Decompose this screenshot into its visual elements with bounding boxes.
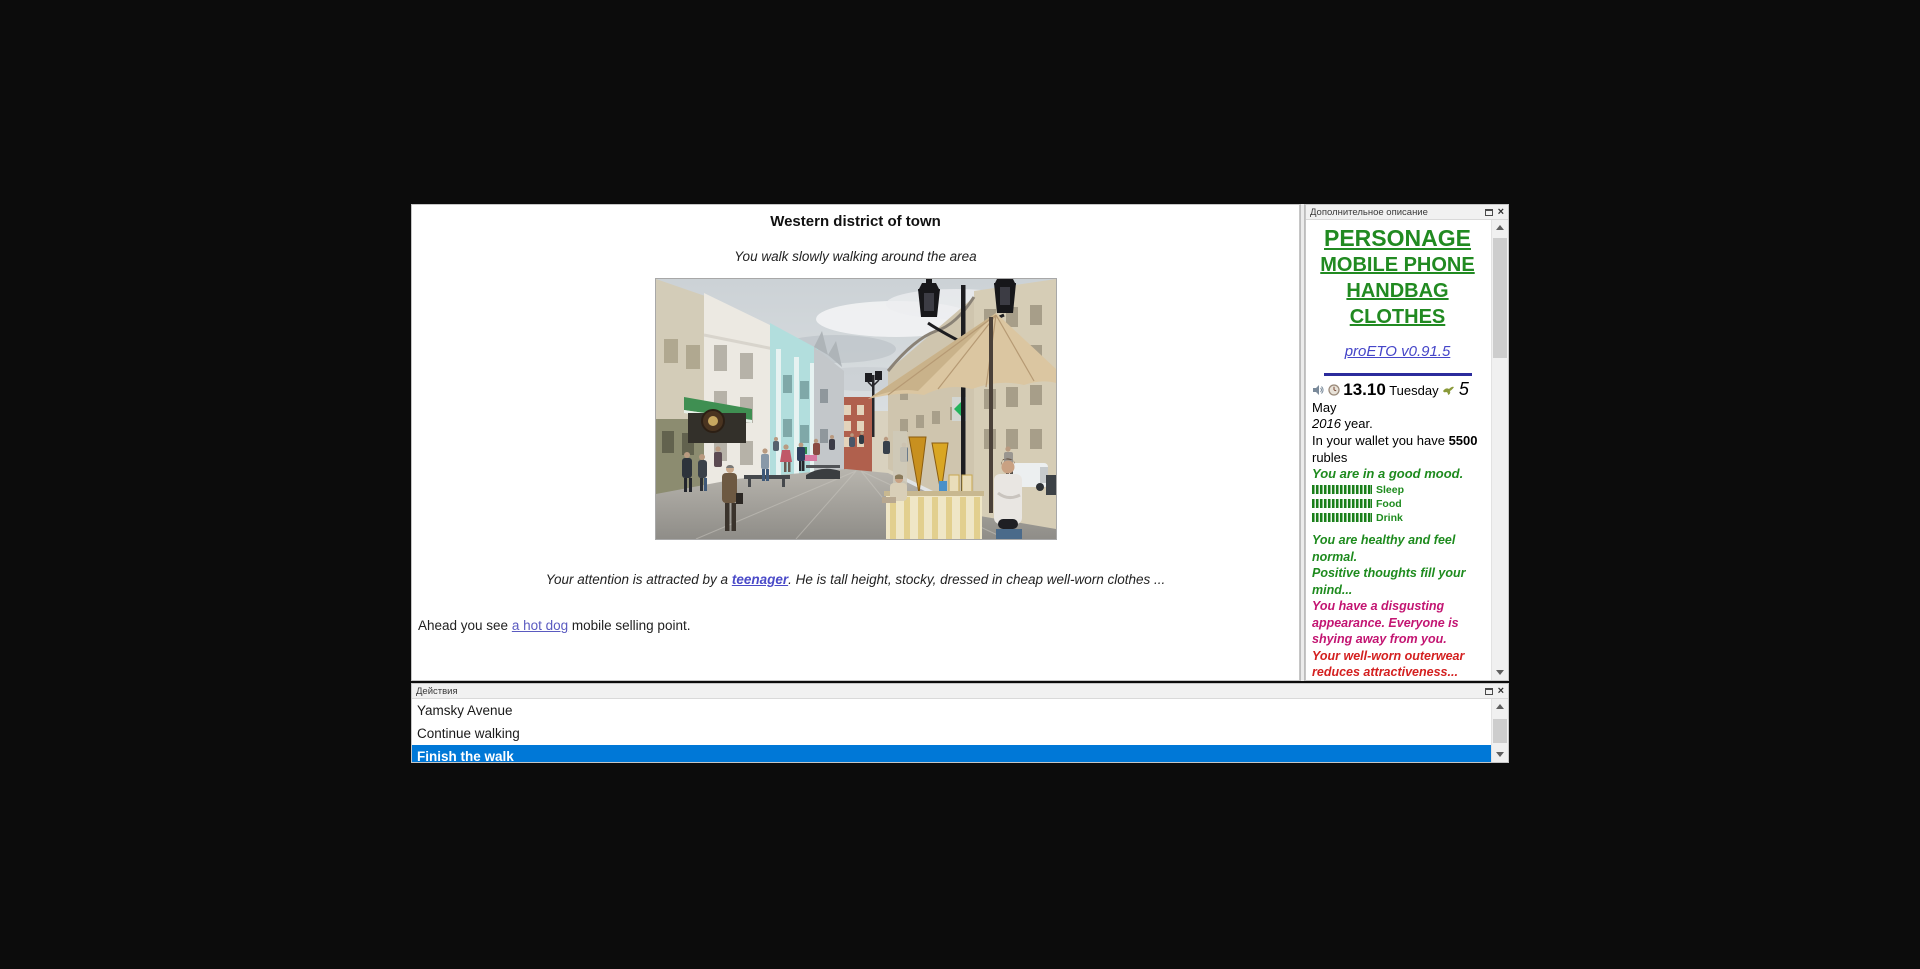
mood-line: You are in a good mood.: [1312, 466, 1483, 482]
sleep-bar-label: Sleep: [1376, 484, 1404, 496]
teenager-link[interactable]: teenager: [732, 572, 788, 587]
weekday: Tuesday: [1389, 383, 1438, 398]
location-subtitle: You walk slowly walking around the area: [412, 249, 1299, 264]
scroll-down-icon[interactable]: [1492, 665, 1508, 680]
game-window: Western district of town You walk slowly…: [411, 204, 1509, 763]
version-link[interactable]: proETO v0.91.5: [1345, 343, 1451, 360]
year: 2016: [1312, 416, 1341, 431]
pedestrian-street-photo: [655, 278, 1057, 540]
actions-list: Yamsky Avenue Continue walking Finish th…: [412, 699, 1491, 763]
close-icon[interactable]: ×: [1498, 209, 1504, 216]
maximize-icon[interactable]: [1485, 209, 1493, 216]
caption-post: . He is tall height, stocky, dressed in …: [788, 572, 1165, 587]
outerwear-status: Your well-worn outerwear reduces attract…: [1312, 648, 1483, 681]
status-messages: You are healthy and feel normal. Positiv…: [1312, 532, 1483, 680]
main-content-area: Western district of town You walk slowly…: [411, 204, 1300, 681]
food-bar-label: Food: [1376, 498, 1402, 510]
divider-rule: [1324, 373, 1472, 376]
side-panel-title: Дополнительное описание: [1310, 207, 1428, 218]
sound-icon[interactable]: [1312, 384, 1324, 396]
action-yamsky-avenue[interactable]: Yamsky Avenue: [412, 699, 1491, 722]
wallet-pre: In your wallet you have: [1312, 433, 1449, 448]
top-region: Western district of town You walk slowly…: [411, 204, 1509, 681]
actions-panel: Действия × Yamsky Avenue Continue walkin…: [411, 683, 1509, 763]
version-line: proETO v0.91.5: [1312, 343, 1483, 361]
actions-close-icon[interactable]: ×: [1498, 688, 1504, 695]
side-panel-titlebar: Дополнительное описание ×: [1306, 205, 1508, 220]
event-caption: Your attention is attracted by a teenage…: [412, 572, 1299, 587]
additional-description-panel: Дополнительное описание × PERSONAGE MOBI…: [1305, 204, 1509, 681]
clock-time: 13.10: [1343, 380, 1386, 399]
clothes-link[interactable]: CLOTHES: [1312, 304, 1483, 330]
action-finish-the-walk[interactable]: Finish the walk: [412, 745, 1491, 763]
location-title: Western district of town: [412, 213, 1299, 230]
food-bar: [1312, 499, 1372, 508]
ahead-post: mobile selling point.: [568, 618, 690, 633]
drink-bar-label: Drink: [1376, 512, 1403, 524]
clock-icon: [1328, 384, 1340, 396]
side-scroll-thumb[interactable]: [1493, 238, 1507, 358]
mobile-phone-link[interactable]: MOBILE PHONE: [1312, 252, 1483, 278]
drink-bar-row: Drink: [1312, 511, 1483, 524]
actions-scrollbar[interactable]: [1491, 699, 1508, 762]
actions-scroll-thumb[interactable]: [1493, 719, 1507, 743]
side-panel-scrollbar[interactable]: [1491, 220, 1508, 680]
appearance-status: You have a disgusting appearance. Everyo…: [1312, 598, 1483, 648]
year-line: 2016 year.: [1312, 416, 1483, 432]
personage-link[interactable]: PERSONAGE: [1312, 225, 1483, 252]
sleep-bar: [1312, 485, 1372, 494]
handbag-link[interactable]: HANDBAG: [1312, 278, 1483, 304]
month: May: [1312, 400, 1337, 415]
actions-scroll-up-icon[interactable]: [1492, 699, 1508, 714]
actions-titlebar: Действия ×: [412, 684, 1508, 699]
hot-dog-link[interactable]: a hot dog: [512, 618, 568, 633]
street-photo-illustration: [656, 279, 1056, 539]
scroll-up-icon[interactable]: [1492, 220, 1508, 235]
actions-scroll-down-icon[interactable]: [1492, 747, 1508, 762]
drink-bar: [1312, 513, 1372, 522]
actions-title: Действия: [416, 686, 458, 697]
ahead-line: Ahead you see a hot dog mobile selling p…: [412, 618, 1299, 633]
thoughts-status: Positive thoughts fill your mind...: [1312, 565, 1483, 598]
sleep-bar-row: Sleep: [1312, 483, 1483, 496]
action-continue-walking[interactable]: Continue walking: [412, 722, 1491, 745]
wallet-amount: 5500: [1449, 433, 1478, 448]
bird-icon: [1442, 385, 1455, 396]
inventory-links: PERSONAGE MOBILE PHONE HANDBAG CLOTHES: [1312, 225, 1483, 330]
actions-maximize-icon[interactable]: [1485, 688, 1493, 695]
wallet-post: rubles: [1312, 450, 1347, 465]
year-word: year.: [1341, 416, 1373, 431]
wallet-line: In your wallet you have 5500 rubles: [1312, 432, 1483, 466]
food-bar-row: Food: [1312, 497, 1483, 510]
date-line: 13.10 Tuesday 5 May: [1312, 381, 1483, 416]
side-panel-content: PERSONAGE MOBILE PHONE HANDBAG CLOTHES p…: [1306, 220, 1486, 680]
ahead-pre: Ahead you see: [418, 618, 512, 633]
caption-pre: Your attention is attracted by a: [546, 572, 732, 587]
day-number: 5: [1459, 379, 1469, 399]
health-status: You are healthy and feel normal.: [1312, 532, 1483, 565]
